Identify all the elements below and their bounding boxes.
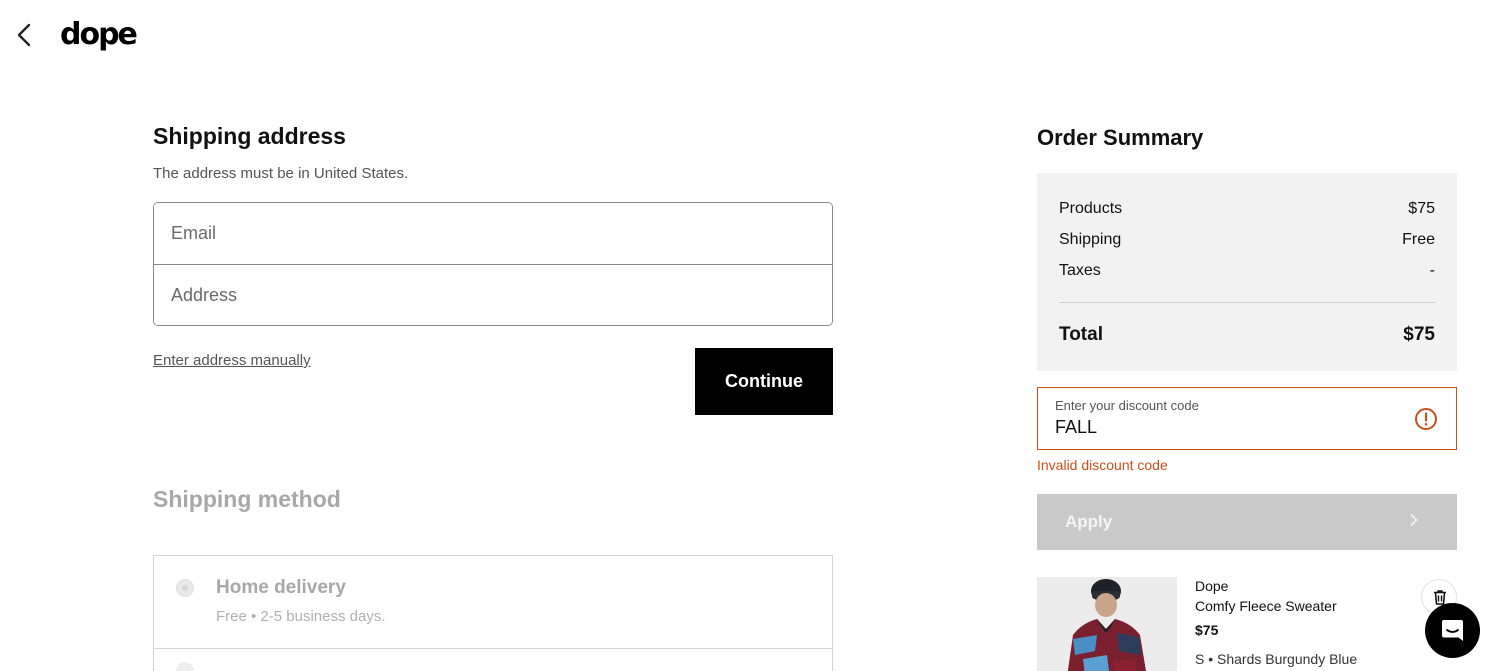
summary-row-shipping: Shipping Free: [1059, 231, 1435, 249]
chat-icon: [1442, 620, 1463, 641]
summary-row-value: Free: [1402, 231, 1435, 248]
discount-code-field[interactable]: Enter your discount code: [1037, 387, 1457, 450]
shipping-option-next[interactable]: [153, 648, 833, 671]
chevron-left-icon: [17, 23, 31, 47]
enter-address-manually-link[interactable]: Enter address manually: [153, 352, 311, 369]
brand-logo[interactable]: dope: [60, 17, 138, 52]
shipping-method-heading: Shipping method: [153, 486, 341, 512]
product-brand: Dope: [1195, 578, 1229, 594]
total-label: Total: [1059, 324, 1103, 345]
product-name: Comfy Fleece Sweater: [1195, 598, 1337, 614]
shipping-option-home-delivery[interactable]: Home delivery Free • 2-5 business days.: [153, 555, 833, 649]
apply-discount-button[interactable]: Apply: [1037, 494, 1457, 550]
total-value: $75: [1403, 324, 1435, 345]
shipping-address-note: The address must be in United States.: [153, 165, 409, 182]
shipping-address-heading: Shipping address: [153, 123, 346, 149]
summary-divider: [1059, 302, 1435, 303]
product-price: $75: [1195, 622, 1219, 638]
discount-code-input[interactable]: [1055, 417, 1395, 438]
chat-widget-button[interactable]: [1425, 603, 1480, 658]
shipping-option-label: Home delivery: [216, 577, 346, 598]
summary-row-value: -: [1429, 262, 1435, 279]
back-button[interactable]: [12, 22, 38, 48]
product-image: [1037, 577, 1177, 671]
product-variant: S • Shards Burgundy Blue: [1195, 651, 1358, 667]
email-field[interactable]: [154, 203, 832, 264]
discount-error-message: Invalid discount code: [1037, 457, 1168, 473]
apply-label: Apply: [1065, 512, 1113, 531]
shipping-option-radio[interactable]: [176, 579, 194, 597]
summary-row-label: Products: [1059, 200, 1123, 217]
summary-row-taxes: Taxes -: [1059, 262, 1435, 280]
discount-code-label: Enter your discount code: [1055, 398, 1199, 413]
address-field[interactable]: [154, 265, 832, 325]
order-summary-panel: Products $75 Shipping Free Taxes - Total…: [1037, 173, 1457, 371]
summary-row-value: $75: [1408, 200, 1435, 217]
summary-row-label: Taxes: [1059, 262, 1101, 279]
continue-button[interactable]: Continue: [695, 348, 833, 415]
shipping-option-detail: Free • 2-5 business days.: [216, 608, 386, 625]
summary-row-label: Shipping: [1059, 231, 1122, 248]
warning-circle-icon: [1415, 408, 1437, 430]
summary-row-total: Total $75: [1059, 324, 1435, 346]
chevron-right-icon: [1410, 514, 1418, 526]
shipping-option-radio[interactable]: [176, 662, 194, 671]
order-summary-heading: Order Summary: [1037, 125, 1204, 150]
address-form: [153, 202, 833, 326]
summary-row-products: Products $75: [1059, 200, 1435, 218]
